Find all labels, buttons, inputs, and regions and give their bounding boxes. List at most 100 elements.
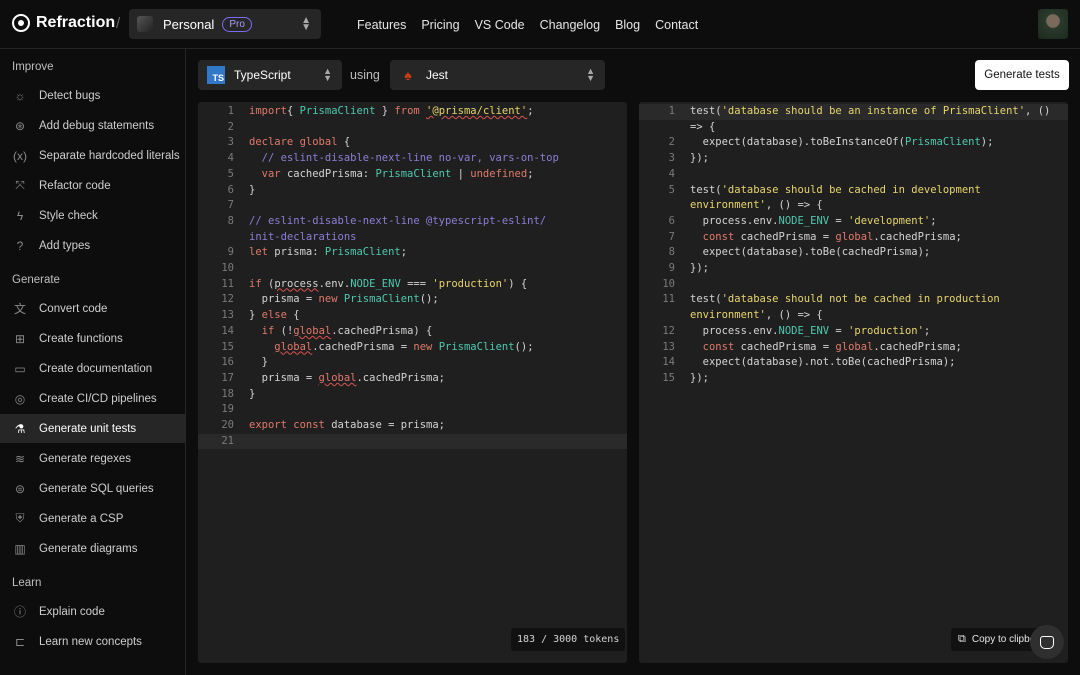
code-token: = — [829, 214, 849, 227]
code-token: }); — [690, 262, 709, 275]
nav-link-vs-code[interactable]: VS Code — [475, 18, 525, 32]
code-token: global — [299, 136, 338, 149]
sidebar-item-create-functions[interactable]: ⊞ Create functions — [0, 324, 185, 353]
line-number: 14 — [662, 356, 675, 369]
sidebar-item-add-types[interactable]: ? Add types — [0, 231, 185, 260]
sidebar-item-label: Detect bugs — [39, 89, 101, 102]
brand-logo[interactable]: Refraction — [12, 14, 115, 32]
line-number: 17 — [221, 371, 234, 384]
code-token: process — [274, 277, 319, 290]
output-code-editor[interactable]: 1 test('database should be an instance of… — [639, 102, 1068, 663]
chevron-up-down-icon: ▲ ▼ — [323, 66, 332, 83]
nav-link-contact[interactable]: Contact — [655, 18, 698, 32]
language-select-value: TypeScript — [234, 68, 291, 82]
nav-link-changelog[interactable]: Changelog — [540, 18, 600, 32]
code-token: else — [261, 309, 287, 322]
line-number: 13 — [662, 340, 675, 353]
code-token: NODE_ENV — [778, 324, 830, 337]
sidebar-item-style-check[interactable]: ϟ Style check — [0, 201, 185, 230]
sidebar-item-generate-diagrams[interactable]: ▥ Generate diagrams — [0, 534, 185, 563]
sidebar-item-separate-hardcoded-literals[interactable]: (x) Separate hardcoded literals — [0, 141, 185, 170]
generate-tests-button[interactable]: Generate tests — [975, 60, 1069, 90]
sidebar-item-generate-regexes[interactable]: ≋ Generate regexes — [0, 444, 185, 473]
code-token: PrismaClient — [438, 340, 515, 353]
sidebar-item-explain-code[interactable]: ⓘ Explain code — [0, 597, 185, 626]
sidebar-item-generate-sql-queries[interactable]: ⊜ Generate SQL queries — [0, 474, 185, 503]
shield-icon: ⛨ — [15, 511, 25, 525]
sidebar: Improve ☼ Detect bugs ⊛ Add debug statements… — [0, 49, 186, 675]
book-icon: ▭ — [14, 361, 26, 376]
code-token: } — [249, 387, 256, 400]
sidebar-item-label: Create CI/CD pipelines — [39, 392, 157, 405]
code-text: test('database should be an instance of … — [675, 104, 1057, 120]
chat-support-button[interactable] — [1030, 625, 1064, 659]
nav-link-pricing[interactable]: Pricing — [421, 18, 459, 32]
refactor-icon: ⤧ — [15, 178, 25, 192]
code-text: process.env.NODE_ENV = 'development'; — [675, 214, 937, 230]
code-line: 13 const cachedPrisma = global.cachedPri… — [639, 340, 1068, 356]
code-token: const — [702, 230, 735, 243]
sidebar-item-generate-unit-tests[interactable]: ⚗ Generate unit tests — [0, 414, 185, 443]
sidebar-item-refactor-code[interactable]: ⤧ Refactor code — [0, 171, 185, 200]
chevron-up-down-icon: ▲ ▼ — [301, 15, 311, 33]
code-token: = — [829, 324, 849, 337]
line-number: 1 — [227, 105, 234, 117]
code-token: prisma = — [249, 293, 319, 306]
framework-select[interactable]: ♠ Jest ▲ ▼ — [390, 60, 605, 90]
sidebar-item-generate-a-csp[interactable]: ⛨ Generate a CSP — [0, 504, 185, 533]
nav-link-blog[interactable]: Blog — [615, 18, 640, 32]
bug-icon: ☼ — [14, 88, 26, 103]
sidebar-item-learn-new-concepts[interactable]: ⊏ Learn new concepts — [0, 627, 185, 656]
code-text: => { — [675, 120, 715, 136]
sidebar-item-add-debug-statements[interactable]: ⊛ Add debug statements — [0, 111, 185, 140]
output-code-lines[interactable]: 1 test('database should be an instance of… — [639, 104, 1068, 387]
code-text: declare global { — [234, 135, 350, 151]
code-line: 4 // eslint-disable-next-line no-var, va… — [198, 151, 627, 167]
input-code-lines[interactable]: 1 import{ PrismaClient } from '@prisma/cl… — [198, 104, 627, 450]
code-token: prisma = — [249, 371, 319, 384]
framework-select-value: Jest — [426, 68, 449, 82]
code-text: const cachedPrisma = global.cachedPrisma… — [675, 340, 962, 356]
code-token: } — [249, 309, 262, 322]
code-token: } — [249, 183, 256, 196]
brand-name: Refraction — [36, 14, 116, 31]
code-text: var cachedPrisma: PrismaClient | undefin… — [234, 167, 534, 183]
line-number: 11 — [662, 293, 675, 306]
user-avatar[interactable] — [1038, 9, 1068, 39]
code-token: { — [337, 136, 351, 149]
code-line: 21 — [198, 433, 627, 450]
line-number: 16 — [221, 356, 234, 369]
code-token: { — [286, 309, 300, 322]
line-number: 2 — [227, 120, 234, 133]
line-number: 8 — [227, 214, 234, 227]
code-token: 'production' — [848, 324, 924, 337]
sidebar-item-create-ci-cd-pipelines[interactable]: ◎ Create CI/CD pipelines — [0, 384, 185, 413]
code-text: // eslint-disable-next-line @typescript-… — [234, 214, 546, 230]
bookmark-icon: ⊏ — [14, 634, 26, 649]
code-text: } — [234, 183, 255, 199]
line-number: 5 — [227, 167, 234, 180]
input-code-editor[interactable]: 1 import{ PrismaClient } from '@prisma/cl… — [198, 102, 627, 663]
code-token: 'database should not be cached in produc… — [721, 293, 1007, 306]
code-token: let — [249, 246, 268, 259]
chat-icon — [1040, 635, 1054, 649]
code-line: 2 — [198, 120, 627, 136]
lightning-icon: ϟ — [16, 208, 24, 223]
sidebar-item-detect-bugs[interactable]: ☼ Detect bugs — [0, 81, 185, 110]
line-number: 2 — [668, 136, 675, 149]
sidebar-item-create-documentation[interactable]: ▭ Create documentation — [0, 354, 185, 383]
code-token: const — [702, 340, 735, 353]
code-token: global — [835, 340, 874, 353]
workspace-switcher[interactable]: Personal Pro ▲ ▼ — [129, 9, 321, 39]
sidebar-item-convert-code[interactable]: 文 Convert code — [0, 294, 185, 323]
code-token: undefined — [470, 167, 528, 180]
sidebar-item-label: Create functions — [39, 332, 123, 345]
code-token: .cachedPrisma; — [356, 371, 445, 384]
language-select[interactable]: TS TypeScript ▲ ▼ — [198, 60, 342, 90]
code-line: 1 import{ PrismaClient } from '@prisma/cl… — [198, 104, 627, 120]
code-token: cachedPrisma = — [734, 230, 836, 243]
nav-link-features[interactable]: Features — [357, 18, 406, 32]
